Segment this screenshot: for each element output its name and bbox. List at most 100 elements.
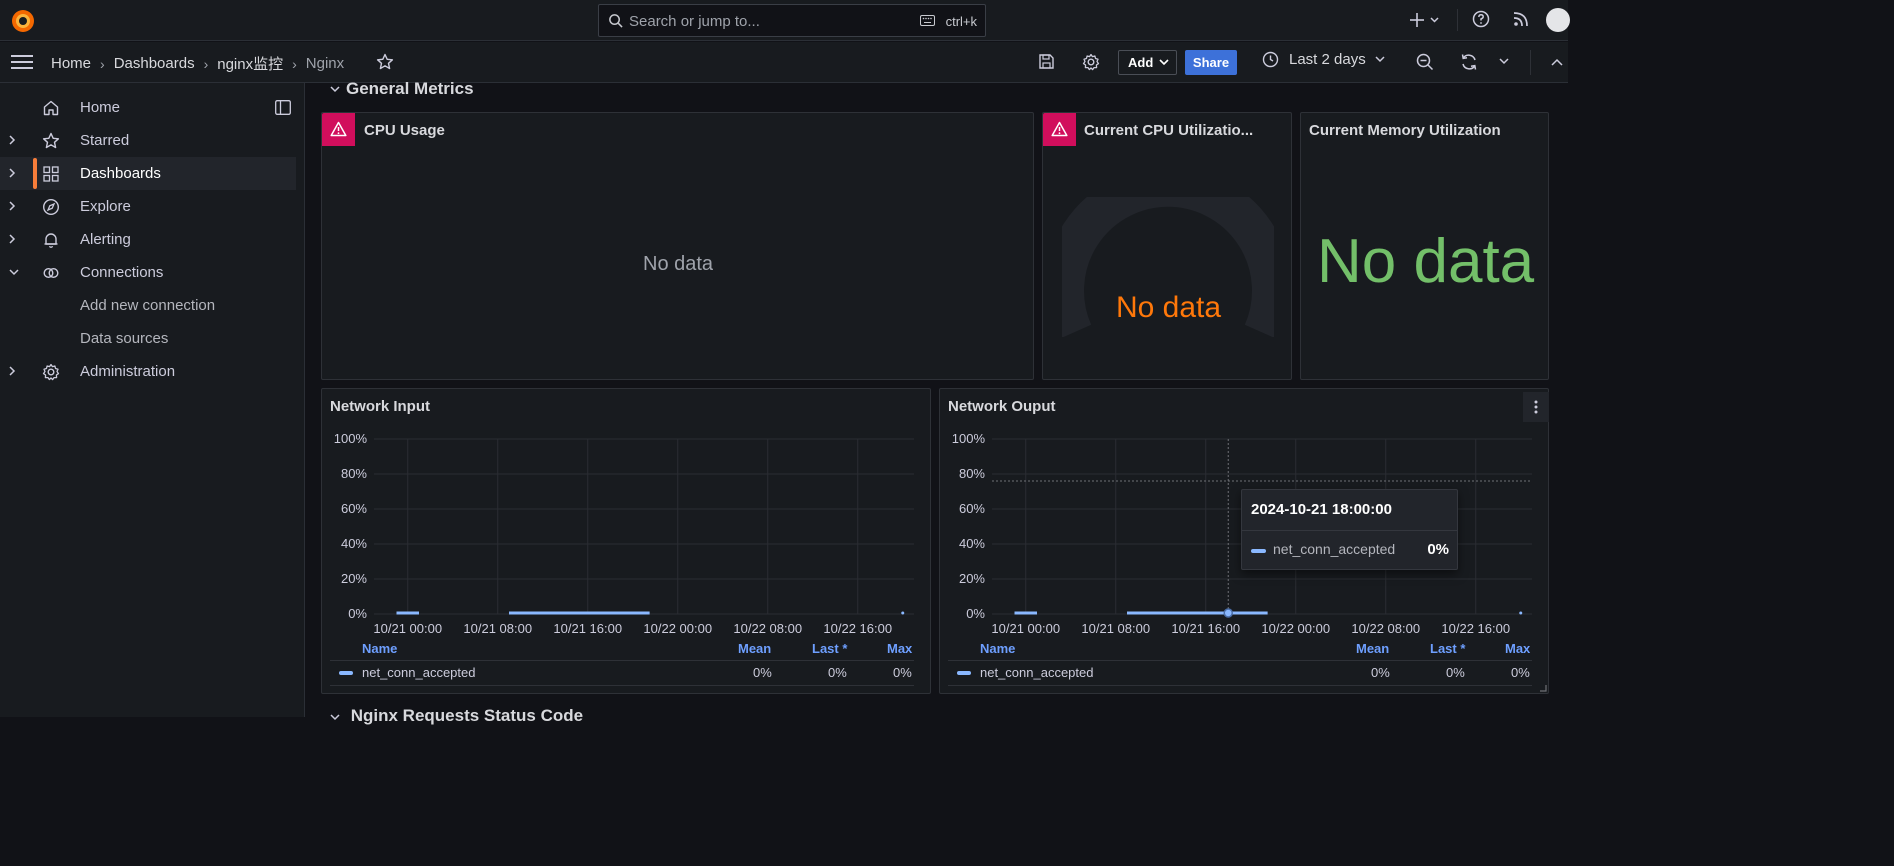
row-header-nginx-requests[interactable]: Nginx Requests Status Code xyxy=(330,706,583,726)
bell-icon xyxy=(44,233,58,248)
x-tick-label: 10/22 00:00 xyxy=(643,621,712,636)
panel-current-cpu-utilization[interactable]: Current CPU Utilizatio... No data xyxy=(1042,112,1292,380)
legend-header-mean[interactable]: Mean xyxy=(1356,641,1389,656)
grafana-logo-icon[interactable] xyxy=(10,8,36,34)
chevron-right-icon[interactable] xyxy=(8,200,16,212)
breadcrumb-separator-icon: › xyxy=(203,55,209,72)
sidebar-item-label: Connections xyxy=(80,264,164,281)
x-tick-label: 10/21 16:00 xyxy=(1171,621,1240,636)
row-title: General Metrics xyxy=(346,79,474,98)
share-button[interactable]: Share xyxy=(1185,50,1237,75)
panel-cpu-usage[interactable]: CPU Usage No data xyxy=(321,112,1034,380)
chevron-right-icon[interactable] xyxy=(8,134,16,146)
sidebar-item-dashboards[interactable]: Dashboards xyxy=(0,157,296,190)
add-button[interactable]: Add xyxy=(1118,50,1177,75)
panel-current-memory-utilization[interactable]: Current Memory Utilization No data xyxy=(1300,112,1549,380)
star-icon xyxy=(42,132,60,149)
legend-header-max[interactable]: Max xyxy=(1505,641,1530,656)
legend-series-name[interactable]: net_conn_accepted xyxy=(980,665,1093,680)
legend-last-value: 0% xyxy=(1446,665,1465,680)
legend-divider xyxy=(330,660,914,661)
y-tick-label: 20% xyxy=(341,571,367,586)
legend-max-value: 0% xyxy=(1511,665,1530,680)
new-plus-icon[interactable] xyxy=(1410,10,1440,30)
menu-hamburger-icon[interactable] xyxy=(11,54,33,70)
settings-gear-icon[interactable] xyxy=(1082,53,1100,71)
news-rss-icon[interactable] xyxy=(1512,10,1530,28)
sidebar-nav: Home Starred Dashboards Explore Alerting… xyxy=(0,83,305,717)
legend-header-last[interactable]: Last * xyxy=(1430,641,1465,656)
search-input[interactable]: Search or jump to... ctrl+k xyxy=(598,4,986,37)
tooltip-series-name: net_conn_accepted xyxy=(1273,541,1396,557)
star-favorite-icon[interactable] xyxy=(376,53,394,71)
keyboard-icon xyxy=(920,15,935,26)
no-data-message: No data xyxy=(643,253,714,275)
sidebar-item-administration[interactable]: Administration xyxy=(0,355,296,388)
sidebar-item-alerting[interactable]: Alerting xyxy=(0,223,296,256)
resize-handle-icon[interactable] xyxy=(1539,684,1547,692)
chevron-right-icon[interactable] xyxy=(8,365,16,377)
breadcrumb-folder[interactable]: nginx监控 xyxy=(217,53,283,74)
apps-grid-icon xyxy=(43,166,59,182)
legend-header-name[interactable]: Name xyxy=(362,641,397,656)
legend-series-swatch[interactable] xyxy=(957,671,971,675)
breadcrumb-current: Nginx xyxy=(305,55,345,72)
legend-divider xyxy=(948,660,1532,661)
legend-header-name[interactable]: Name xyxy=(980,641,1015,656)
sidebar-item-add-new-connection[interactable]: Add new connection xyxy=(0,289,296,322)
search-icon xyxy=(609,14,623,28)
warning-triangle-icon xyxy=(1051,121,1068,137)
sidebar-item-connections[interactable]: Connections xyxy=(0,256,296,289)
legend-max-value: 0% xyxy=(893,665,912,680)
x-tick-label: 10/21 00:00 xyxy=(991,621,1060,636)
panel-error-badge[interactable] xyxy=(1043,113,1076,146)
sidebar-item-starred[interactable]: Starred xyxy=(0,124,296,157)
chevron-down-icon xyxy=(1159,59,1169,66)
chevron-up-icon[interactable] xyxy=(1551,58,1563,66)
sidebar-item-label: Home xyxy=(80,99,121,116)
refresh-interval-chevron-down-icon[interactable] xyxy=(1499,58,1509,65)
refresh-icon[interactable] xyxy=(1460,53,1478,71)
x-tick-label: 10/22 16:00 xyxy=(1441,621,1510,636)
dashboard-nav-bar: Home › Dashboards › nginx监控 › Nginx Add … xyxy=(0,42,1568,83)
panel-error-badge[interactable] xyxy=(322,113,355,146)
help-icon[interactable] xyxy=(1472,10,1490,28)
legend-header-max[interactable]: Max xyxy=(887,641,912,656)
legend-series-swatch[interactable] xyxy=(339,671,353,675)
chevron-down-icon xyxy=(1375,56,1385,63)
breadcrumb-separator-icon: › xyxy=(292,55,297,72)
home-icon xyxy=(43,100,59,116)
sidebar-item-home[interactable]: Home xyxy=(0,91,296,124)
x-tick-label: 10/21 16:00 xyxy=(553,621,622,636)
link-connections-icon xyxy=(43,267,59,279)
chevron-down-icon[interactable] xyxy=(8,268,20,276)
active-indicator xyxy=(33,158,37,189)
save-icon[interactable] xyxy=(1038,53,1055,70)
legend-header-last[interactable]: Last * xyxy=(812,641,847,656)
y-tick-label: 0% xyxy=(966,606,985,621)
zoom-out-icon[interactable] xyxy=(1416,53,1434,71)
y-tick-label: 20% xyxy=(959,571,985,586)
x-tick-label: 10/22 16:00 xyxy=(823,621,892,636)
breadcrumb-dashboards[interactable]: Dashboards xyxy=(114,55,195,72)
y-tick-label: 100% xyxy=(952,431,986,446)
sidebar-item-label: Add new connection xyxy=(80,297,216,314)
chevron-down-icon xyxy=(330,714,340,721)
row-header-general-metrics[interactable]: General Metrics xyxy=(330,79,474,99)
panel-network-input[interactable]: Network Input 100% 80% 60% 40% 20% 0% 10/21 00… xyxy=(321,388,931,694)
legend-last-value: 0% xyxy=(828,665,847,680)
avatar[interactable] xyxy=(1546,8,1570,32)
x-tick-label: 10/22 08:00 xyxy=(733,621,802,636)
chevron-right-icon[interactable] xyxy=(8,233,16,245)
cog-icon xyxy=(42,363,60,381)
time-range-picker[interactable]: Last 2 days xyxy=(1262,51,1385,68)
legend-header-mean[interactable]: Mean xyxy=(738,641,771,656)
chevron-right-icon[interactable] xyxy=(8,167,16,179)
breadcrumb-home[interactable]: Home xyxy=(51,55,91,72)
timeseries-chart[interactable]: 100% 80% 60% 40% 20% 0% 10/21 00:00 10/21 08:00… xyxy=(322,389,932,639)
sidebar-item-data-sources[interactable]: Data sources xyxy=(0,322,296,355)
legend-series-name[interactable]: net_conn_accepted xyxy=(362,665,475,680)
sidebar-item-explore[interactable]: Explore xyxy=(0,190,296,223)
panel-title: CPU Usage xyxy=(364,122,445,139)
x-tick-label: 10/22 00:00 xyxy=(1261,621,1330,636)
